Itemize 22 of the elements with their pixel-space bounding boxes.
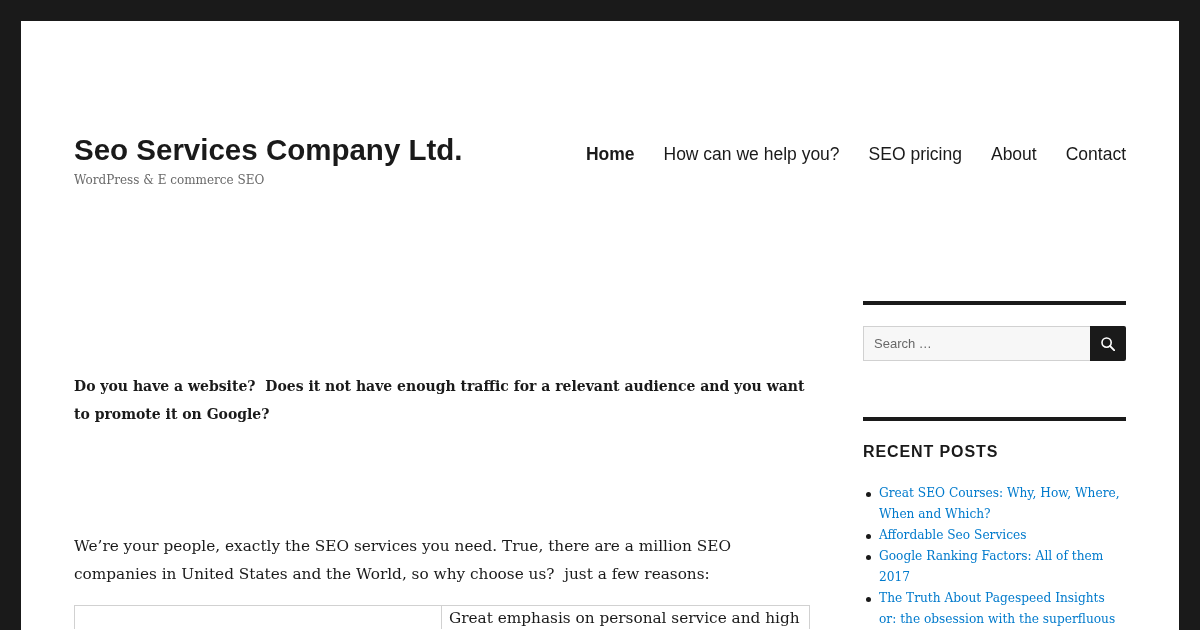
body-paragraph: We’re your people, exactly the SEO services you need. True, there are a million SEO companies in United States and the World, so why choose us? just a few reasons:: [74, 536, 732, 585]
bullet-icon: [866, 534, 871, 539]
nav-link[interactable]: About: [990, 142, 1037, 166]
bullet-icon: [866, 597, 871, 602]
bullet-icon: [866, 492, 871, 497]
post-link[interactable]: The Truth About Pagespeed Insights or: the obsession with the superfluous: [879, 588, 1122, 630]
bullet-icon: [866, 555, 871, 560]
intro-paragraph: Do you have a website? Does it not have enough traffic for a relevant audience and you want to promote it on Google?: [74, 377, 806, 424]
table-cell: Great emphasis on personal service and high: [441, 605, 810, 629]
site-tagline: WordPress & E commerce SEO: [74, 172, 265, 189]
site-title[interactable]: Seo Services Company Ltd.: [74, 132, 463, 167]
nav-link[interactable]: SEO pricing: [868, 142, 962, 166]
nav-link[interactable]: Home: [585, 142, 635, 166]
search-button[interactable]: [1090, 326, 1126, 361]
widget-title: RECENT POSTS: [863, 442, 1000, 462]
post-link[interactable]: Affordable Seo Services: [879, 525, 1027, 546]
search-field[interactable]: Search …: [863, 326, 1090, 361]
search-icon: [1101, 336, 1115, 351]
nav-link[interactable]: Contact: [1065, 142, 1126, 166]
post-link[interactable]: Google Ranking Factors: All of them 2017: [879, 546, 1122, 588]
nav-link[interactable]: How can we help you?: [663, 142, 840, 166]
post-link[interactable]: Great SEO Courses: Why, How, Where, When and Which?: [879, 483, 1122, 525]
